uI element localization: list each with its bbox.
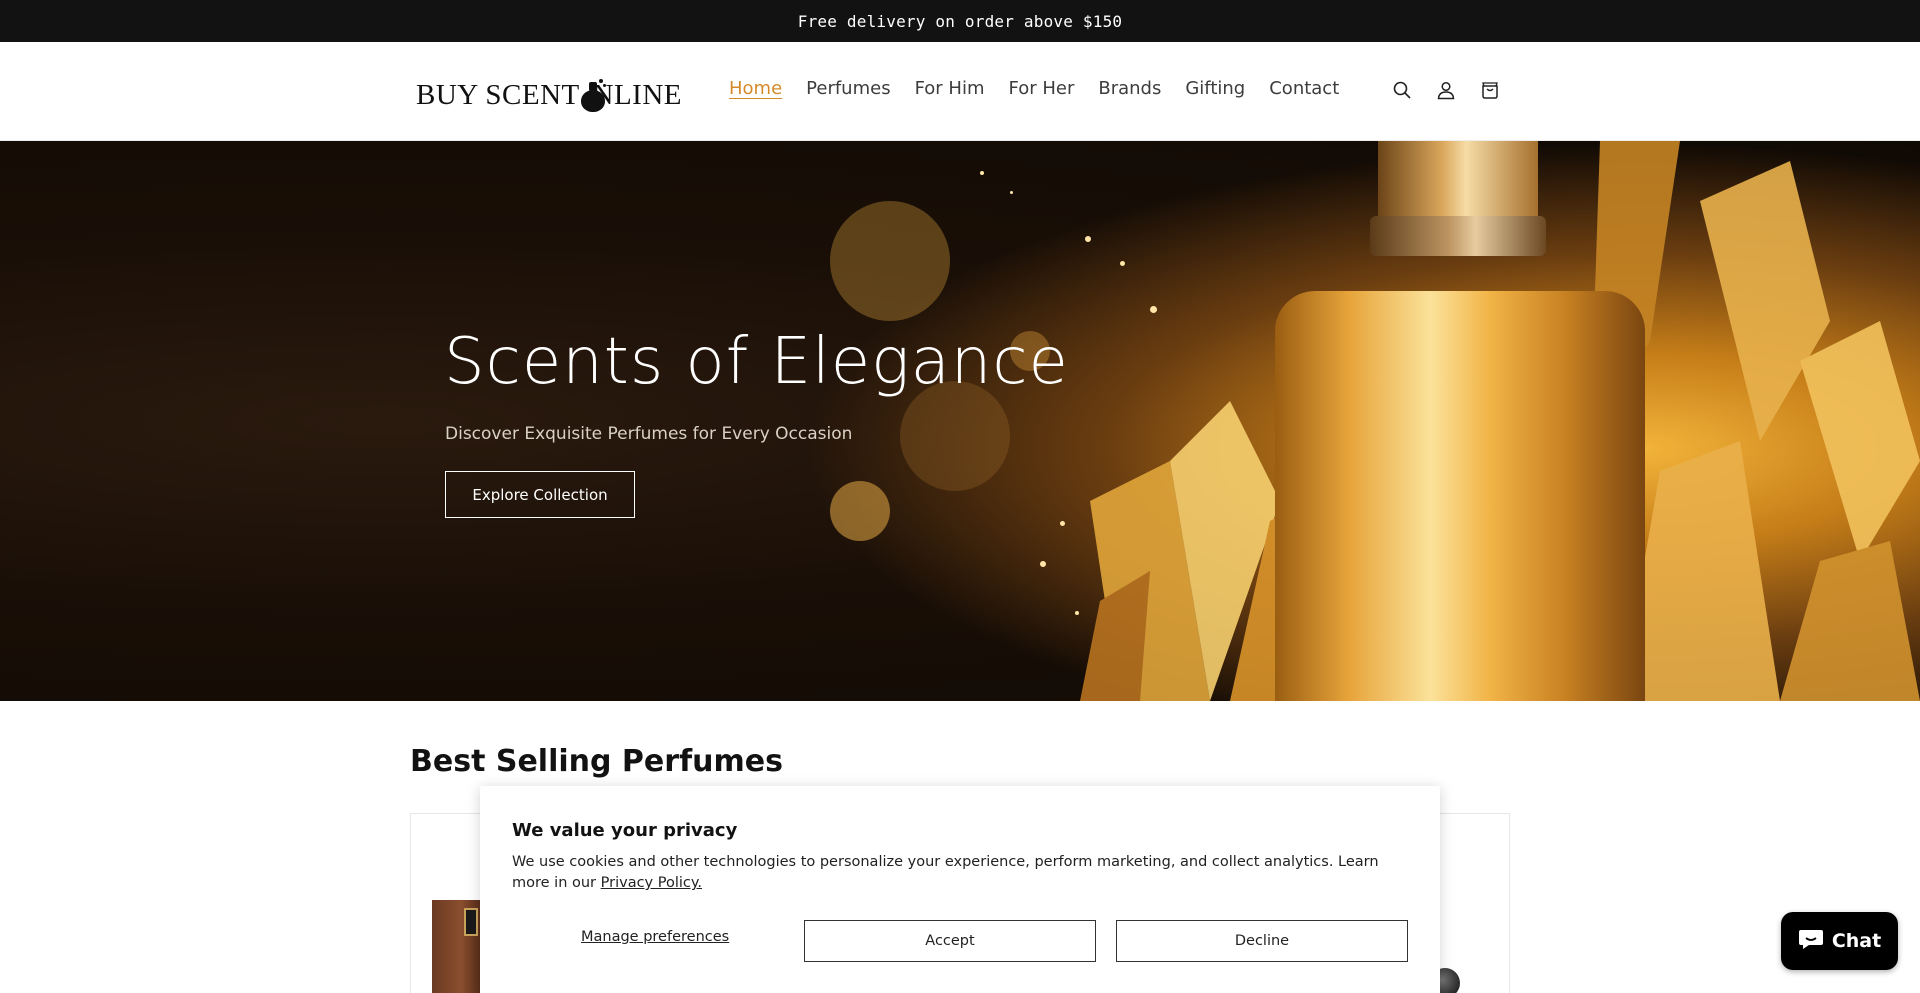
sparkle [1010,191,1013,194]
nav-for-him[interactable]: For Him [915,78,985,99]
chat-bubble-icon [1798,927,1824,956]
site-header: BUY SCENT NLINE Home Perfumes For Him Fo… [0,42,1920,141]
decline-button[interactable]: Decline [1116,920,1408,962]
nav-perfumes[interactable]: Perfumes [806,78,890,99]
hero-subtitle: Discover Exquisite Perfumes for Every Oc… [445,424,853,444]
cart-icon[interactable] [1478,78,1502,102]
privacy-policy-link[interactable]: Privacy Policy. [601,875,702,891]
section-title: Best Selling Perfumes [410,744,783,779]
announcement-text: Free delivery on order above $150 [797,11,1123,31]
chat-button[interactable]: Chat [1781,912,1898,970]
sparkle [980,171,984,175]
nav-contact[interactable]: Contact [1269,78,1339,99]
nav-home[interactable]: Home [729,78,782,99]
cookie-banner: We value your privacy We use cookies and… [480,786,1440,993]
perfume-bottle-logo-icon [580,79,606,112]
bokeh-light [830,481,890,541]
cookie-title: We value your privacy [512,820,738,841]
sparkle [1075,611,1079,615]
hero-banner: Scents of Elegance Discover Exquisite Pe… [0,141,1920,701]
header-icons [1390,78,1502,102]
manage-preferences-link[interactable]: Manage preferences [581,929,729,945]
cookie-text: We use cookies and other technologies to… [512,852,1412,894]
sparkle [1150,306,1157,313]
sparkle [1120,261,1125,266]
sparkle [1060,521,1065,526]
account-icon[interactable] [1434,78,1458,102]
logo-text-before: BUY SCENT [416,79,580,111]
chat-label: Chat [1831,930,1882,952]
search-icon[interactable] [1390,78,1414,102]
sparkle [1040,561,1046,567]
nav-brands[interactable]: Brands [1098,78,1161,99]
main-nav: Home Perfumes For Him For Her Brands Gif… [729,78,1363,99]
announcement-bar: Free delivery on order above $150 [0,0,1920,42]
sparkle [1085,236,1091,242]
product-image[interactable] [432,900,480,993]
accept-button[interactable]: Accept [804,920,1096,962]
logo-text-after: NLINE [592,79,682,111]
bokeh-light [830,201,950,321]
nav-for-her[interactable]: For Her [1009,78,1075,99]
perfume-bottle-image [1275,291,1645,701]
logo[interactable]: BUY SCENT NLINE [416,72,682,112]
bottle-collar [1370,216,1546,256]
explore-collection-button[interactable]: Explore Collection [445,471,635,518]
hero-title: Scents of Elegance [444,325,1069,399]
nav-gifting[interactable]: Gifting [1185,78,1245,99]
